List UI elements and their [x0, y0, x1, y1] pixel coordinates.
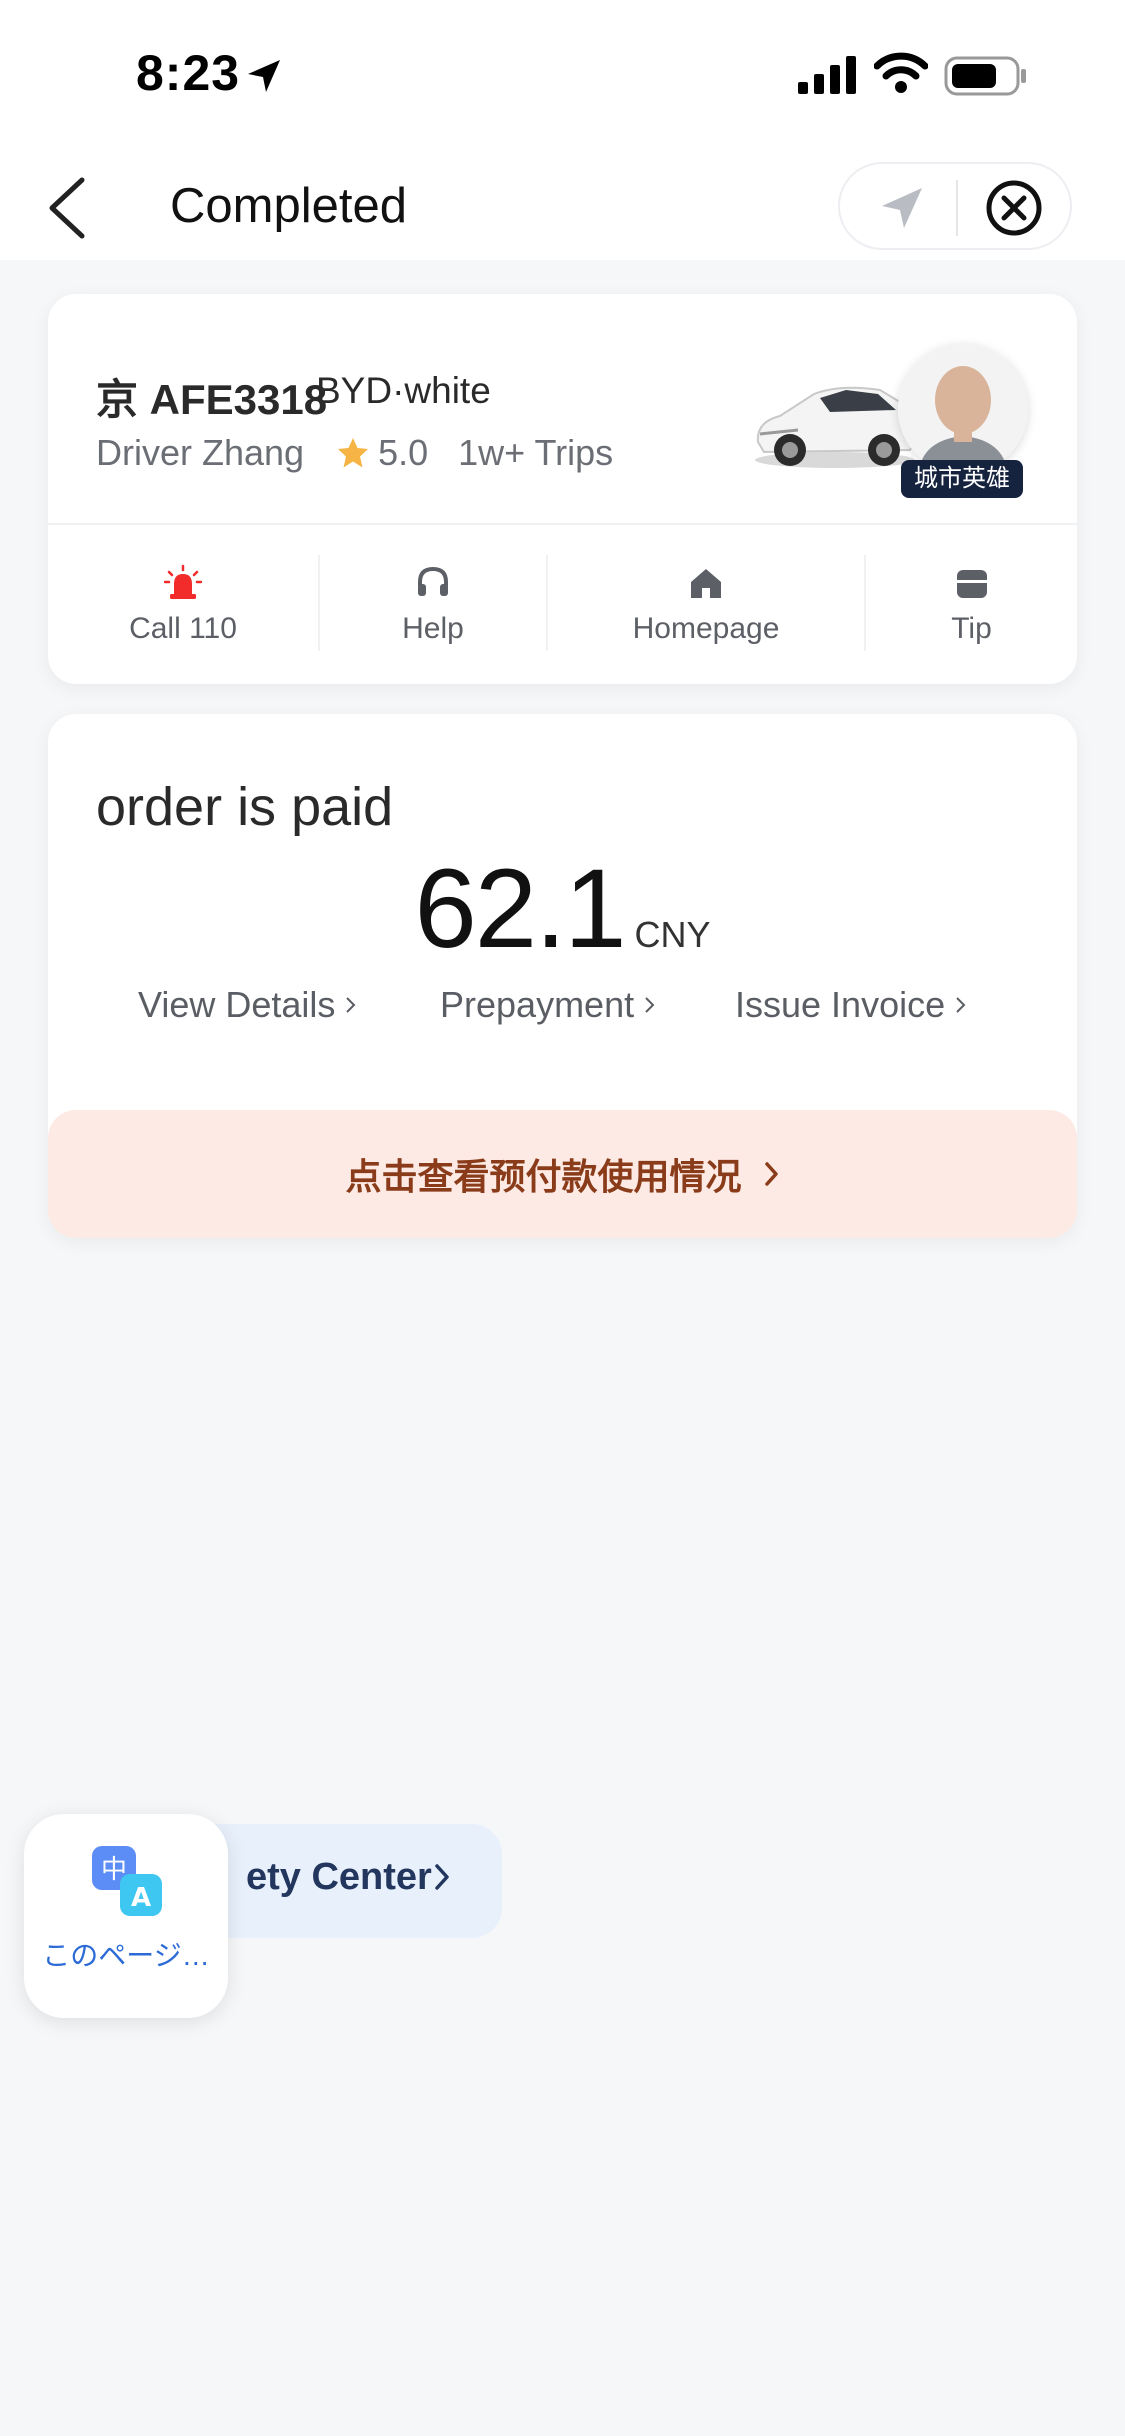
amount-value: 62.1: [414, 846, 627, 971]
action-label: Homepage: [632, 611, 780, 645]
wallet-icon: [956, 569, 987, 598]
driver-card: 京 AFE3318 BYD·white Driver Zhang 5.0 1w+…: [48, 294, 1077, 684]
tip-button[interactable]: Tip: [866, 525, 1077, 684]
alarm-icon: [164, 564, 202, 599]
payment-card: order is paid 62.1 CNY View Details Prep…: [48, 714, 1077, 1238]
prepayment-usage-label: 点击查看预付款使用情况: [345, 1156, 742, 1197]
driver-avatar[interactable]: [898, 344, 1028, 474]
headset-icon: [418, 566, 448, 596]
action-label: Help: [402, 611, 464, 645]
nav-divider: [956, 180, 958, 236]
chevron-right-icon: [764, 1162, 778, 1186]
back-button[interactable]: [36, 172, 106, 242]
trip-count: 1w+ Trips: [458, 432, 614, 473]
driver-action-row: Call 110 Help Homepage Tip: [48, 525, 1077, 684]
car-model: BYD·white: [316, 370, 491, 411]
svg-text:A: A: [131, 1883, 151, 1913]
status-bar: 8:23: [0, 0, 1125, 150]
prepayment-usage-banner[interactable]: 点击查看预付款使用情况: [48, 1110, 1077, 1238]
license-plate: 京 AFE3318: [96, 376, 328, 423]
nav-bar: Completed: [0, 150, 1125, 260]
translate-page-button[interactable]: 中 A このページ…: [24, 1814, 228, 2018]
view-details-label: View Details: [138, 984, 336, 1025]
issue-invoice-link[interactable]: Issue Invoice: [735, 984, 967, 1026]
view-details-link[interactable]: View Details: [138, 984, 357, 1026]
prepayment-link[interactable]: Prepayment: [440, 984, 656, 1026]
action-label: Tip: [951, 611, 992, 645]
navigate-arrow-icon[interactable]: [876, 184, 926, 234]
chevron-right-icon: [346, 997, 356, 1013]
car-image: [755, 386, 918, 468]
location-arrow-icon: [248, 60, 280, 92]
wifi-icon: [874, 52, 928, 93]
help-button[interactable]: Help: [320, 525, 546, 684]
cellular-signal-icon: [798, 56, 856, 94]
driver-badge: 城市英雄: [901, 460, 1023, 498]
close-icon[interactable]: [984, 178, 1044, 238]
driver-name: Driver Zhang: [96, 432, 305, 473]
chevron-right-icon: [956, 997, 966, 1013]
status-time: 8:23: [136, 45, 241, 101]
homepage-button[interactable]: Homepage: [548, 525, 864, 684]
safety-center-label: ety Center: [246, 1856, 432, 1898]
nav-actions-pill: [838, 162, 1072, 250]
page-title: Completed: [170, 179, 407, 233]
payment-status: order is paid: [96, 777, 394, 837]
driver-rating: 5.0: [378, 432, 429, 473]
issue-invoice-label: Issue Invoice: [735, 984, 946, 1025]
action-label: Call 110: [129, 611, 237, 645]
driver-photo: [898, 344, 1028, 474]
driver-info-row: Driver Zhang 5.0 1w+ Trips: [96, 432, 613, 474]
battery-icon: [944, 56, 1026, 96]
star-icon: [338, 438, 369, 468]
call-110-button[interactable]: Call 110: [48, 525, 318, 684]
fare-amount: 62.1 CNY: [48, 844, 1077, 973]
translate-label: このページ…: [42, 1940, 210, 1971]
home-icon: [691, 568, 721, 598]
prepayment-label: Prepayment: [440, 984, 635, 1025]
chevron-right-icon: [645, 997, 655, 1013]
safety-center-button[interactable]: ety Center: [190, 1824, 502, 1938]
payment-links: View Details Prepayment Issue Invoice: [48, 984, 1077, 1044]
amount-currency: CNY: [634, 914, 711, 955]
chevron-right-icon: [435, 1864, 449, 1890]
translate-icon: 中 A: [92, 1846, 162, 1916]
